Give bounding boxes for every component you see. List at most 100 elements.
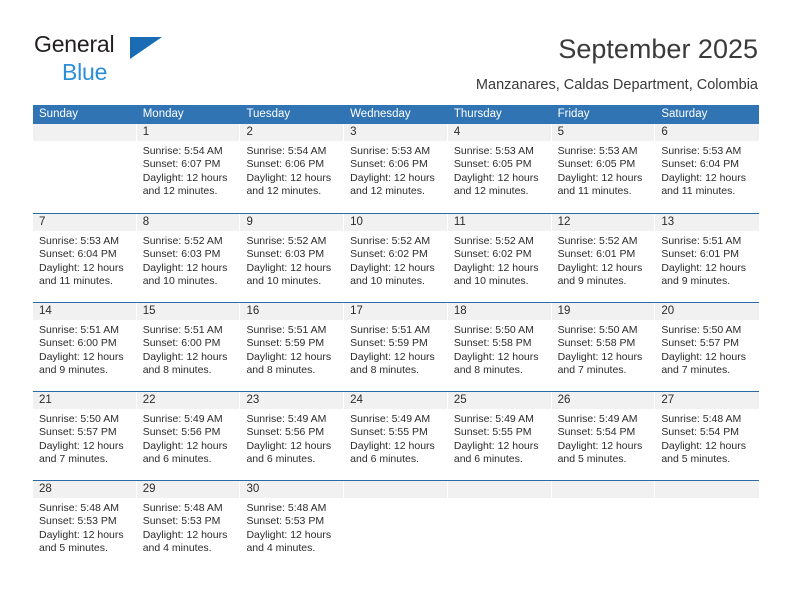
day-number: 29 xyxy=(136,481,241,498)
day-detail-line: Sunset: 5:59 PM xyxy=(350,337,428,350)
triangle-icon xyxy=(130,37,162,59)
day-number: 4 xyxy=(447,124,552,141)
day-cell[interactable]: 7 Sunrise: 5:53 AM Sunset: 6:04 PM Daylight… xyxy=(33,214,137,302)
day-number: 8 xyxy=(136,214,241,231)
day-detail-line: and 8 minutes. xyxy=(142,364,212,377)
weekday-header-saturday: Saturday xyxy=(661,108,708,120)
day-detail-line: Sunset: 5:58 PM xyxy=(453,337,532,350)
day-detail-line: and 6 minutes. xyxy=(453,453,523,466)
day-detail-line: Daylight: 12 hours xyxy=(350,171,435,184)
page-header: General Blue September 2025 Manzanares, … xyxy=(0,0,792,100)
day-detail-line: and 12 minutes. xyxy=(350,185,425,198)
day-detail-line: Daylight: 12 hours xyxy=(39,261,124,274)
day-number: 17 xyxy=(344,303,448,320)
day-details: Sunrise: 5:52 AM Sunset: 6:02 PM Daylight:… xyxy=(344,231,448,289)
day-cell[interactable]: 18 Sunrise: 5:50 AM Sunset: 5:58 PM Dayligh… xyxy=(447,303,552,391)
day-number: 3 xyxy=(344,124,448,141)
day-cell[interactable]: 27 Sunrise: 5:48 AM Sunset: 5:54 PM Dayligh… xyxy=(655,392,760,480)
day-cell[interactable]: 14 Sunrise: 5:51 AM Sunset: 6:00 PM Dayligh… xyxy=(33,303,137,391)
day-detail-line: Sunset: 6:02 PM xyxy=(453,248,532,261)
day-cell[interactable]: 6 Sunrise: 5:53 AM Sunset: 6:04 PM Daylight… xyxy=(655,124,760,213)
day-cell[interactable]: 25 Sunrise: 5:49 AM Sunset: 5:55 PM Dayligh… xyxy=(447,392,552,480)
day-cell[interactable]: 29 Sunrise: 5:48 AM Sunset: 5:53 PM Dayligh… xyxy=(136,481,241,569)
logo-general-blue[interactable]: General Blue xyxy=(34,33,214,84)
day-cell[interactable]: 23 Sunrise: 5:49 AM Sunset: 5:56 PM Dayligh… xyxy=(240,392,345,480)
day-cell[interactable]: 16 Sunrise: 5:51 AM Sunset: 5:59 PM Dayligh… xyxy=(240,303,345,391)
day-cell[interactable]: 12 Sunrise: 5:52 AM Sunset: 6:01 PM Dayligh… xyxy=(551,214,656,302)
day-details: Sunrise: 5:51 AM Sunset: 6:00 PM Daylight:… xyxy=(137,320,241,378)
day-cell[interactable]: 17 Sunrise: 5:51 AM Sunset: 5:59 PM Dayligh… xyxy=(344,303,448,391)
day-details: Sunrise: 5:48 AM Sunset: 5:53 PM Daylight:… xyxy=(240,498,344,556)
day-cell[interactable]: 4 Sunrise: 5:53 AM Sunset: 6:05 PM Daylight… xyxy=(447,124,552,213)
day-details: Sunrise: 5:51 AM Sunset: 6:01 PM Daylight:… xyxy=(655,231,759,289)
day-cell[interactable]: 9 Sunrise: 5:52 AM Sunset: 6:03 PM Daylight… xyxy=(240,214,345,302)
weekday-header-wednesday: Wednesday xyxy=(350,108,411,120)
day-detail-line: Sunrise: 5:51 AM xyxy=(350,324,431,336)
day-details: Sunrise: 5:54 AM Sunset: 6:07 PM Daylight:… xyxy=(137,141,241,199)
day-details: Sunrise: 5:51 AM Sunset: 5:59 PM Daylight:… xyxy=(344,320,448,378)
day-detail-line: and 5 minutes. xyxy=(661,453,731,466)
day-detail-line: and 8 minutes. xyxy=(350,364,420,377)
day-detail-line: and 8 minutes. xyxy=(453,364,523,377)
day-number: 25 xyxy=(447,392,552,409)
day-cell[interactable]: 11 Sunrise: 5:52 AM Sunset: 6:02 PM Dayligh… xyxy=(447,214,552,302)
day-detail-line: Sunset: 6:00 PM xyxy=(39,337,117,350)
day-cell[interactable]: 22 Sunrise: 5:49 AM Sunset: 5:56 PM Dayligh… xyxy=(136,392,241,480)
day-detail-line: and 9 minutes. xyxy=(661,275,731,288)
day-cell[interactable]: 20 Sunrise: 5:50 AM Sunset: 5:57 PM Dayligh… xyxy=(655,303,760,391)
weekday-header-monday: Monday xyxy=(142,108,184,120)
day-detail-line: Sunset: 6:06 PM xyxy=(350,158,428,171)
day-cell[interactable]: 26 Sunrise: 5:49 AM Sunset: 5:54 PM Dayligh… xyxy=(551,392,656,480)
day-detail-line: and 6 minutes. xyxy=(350,453,420,466)
day-details xyxy=(344,498,448,502)
day-number: 26 xyxy=(551,392,656,409)
day-details: Sunrise: 5:52 AM Sunset: 6:01 PM Daylight:… xyxy=(552,231,656,289)
day-detail-line: Sunset: 5:53 PM xyxy=(142,515,221,528)
day-cell[interactable]: 28 Sunrise: 5:48 AM Sunset: 5:53 PM Dayligh… xyxy=(33,481,137,569)
day-detail-line: Daylight: 12 hours xyxy=(39,439,124,452)
day-detail-line: Sunrise: 5:53 AM xyxy=(557,145,638,157)
day-cell-empty xyxy=(551,481,656,569)
day-cell[interactable]: 5 Sunrise: 5:53 AM Sunset: 6:05 PM Daylight… xyxy=(551,124,656,213)
day-detail-line: Daylight: 12 hours xyxy=(453,171,539,184)
day-details: Sunrise: 5:53 AM Sunset: 6:04 PM Daylight:… xyxy=(655,141,759,199)
day-detail-line: Daylight: 12 hours xyxy=(661,261,746,274)
day-detail-line: Sunrise: 5:52 AM xyxy=(142,235,223,247)
day-detail-line: Sunrise: 5:48 AM xyxy=(246,502,327,514)
day-detail-line: Sunset: 5:59 PM xyxy=(246,337,325,350)
day-details: Sunrise: 5:49 AM Sunset: 5:56 PM Daylight:… xyxy=(240,409,344,467)
day-detail-line: Sunset: 6:05 PM xyxy=(453,158,532,171)
day-detail-line: and 12 minutes. xyxy=(453,185,529,198)
day-cell[interactable]: 30 Sunrise: 5:48 AM Sunset: 5:53 PM Dayligh… xyxy=(240,481,345,569)
day-cell[interactable]: 10 Sunrise: 5:52 AM Sunset: 6:02 PM Dayligh… xyxy=(344,214,448,302)
day-number xyxy=(447,481,552,498)
day-detail-line: Sunrise: 5:51 AM xyxy=(246,324,327,336)
day-cell[interactable]: 8 Sunrise: 5:52 AM Sunset: 6:03 PM Daylight… xyxy=(136,214,241,302)
day-details: Sunrise: 5:52 AM Sunset: 6:02 PM Daylight:… xyxy=(448,231,552,289)
calendar-week-row: 28 Sunrise: 5:48 AM Sunset: 5:53 PM Dayligh… xyxy=(33,480,760,569)
day-detail-line: Sunset: 5:56 PM xyxy=(142,426,221,439)
day-number: 28 xyxy=(33,481,137,498)
day-number xyxy=(344,481,448,498)
day-number: 23 xyxy=(240,392,345,409)
day-detail-line: Sunrise: 5:52 AM xyxy=(350,235,431,247)
day-number: 5 xyxy=(551,124,656,141)
day-detail-line: Daylight: 12 hours xyxy=(246,439,332,452)
day-detail-line: and 11 minutes. xyxy=(661,185,736,198)
day-details: Sunrise: 5:49 AM Sunset: 5:55 PM Daylight:… xyxy=(344,409,448,467)
day-detail-line: and 6 minutes. xyxy=(142,453,212,466)
day-cell[interactable]: 24 Sunrise: 5:49 AM Sunset: 5:55 PM Dayligh… xyxy=(344,392,448,480)
day-cell[interactable]: 2 Sunrise: 5:54 AM Sunset: 6:06 PM Daylight… xyxy=(240,124,345,213)
day-detail-line: Sunset: 5:57 PM xyxy=(39,426,117,439)
day-cell[interactable]: 3 Sunrise: 5:53 AM Sunset: 6:06 PM Daylight… xyxy=(344,124,448,213)
day-number: 27 xyxy=(655,392,760,409)
day-cell[interactable]: 15 Sunrise: 5:51 AM Sunset: 6:00 PM Dayligh… xyxy=(136,303,241,391)
day-detail-line: Sunrise: 5:53 AM xyxy=(350,145,431,157)
day-details: Sunrise: 5:51 AM Sunset: 6:00 PM Daylight:… xyxy=(33,320,137,378)
day-details: Sunrise: 5:49 AM Sunset: 5:55 PM Daylight:… xyxy=(448,409,552,467)
day-cell[interactable]: 13 Sunrise: 5:51 AM Sunset: 6:01 PM Dayligh… xyxy=(655,214,760,302)
day-cell[interactable]: 1 Sunrise: 5:54 AM Sunset: 6:07 PM Daylight… xyxy=(136,124,241,213)
day-cell[interactable]: 19 Sunrise: 5:50 AM Sunset: 5:58 PM Dayligh… xyxy=(551,303,656,391)
day-detail-line: and 9 minutes. xyxy=(39,364,108,377)
day-cell[interactable]: 21 Sunrise: 5:50 AM Sunset: 5:57 PM Dayligh… xyxy=(33,392,137,480)
